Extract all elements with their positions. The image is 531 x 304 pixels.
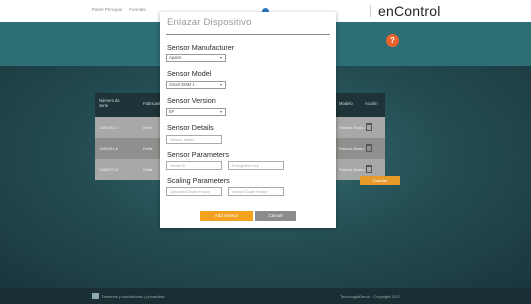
cell-serial: 1580264-6 xyxy=(99,146,119,151)
version-value: EF xyxy=(169,109,175,114)
nav-item-panel[interactable]: Panel Principal xyxy=(92,7,122,12)
help-button[interactable]: ? xyxy=(386,34,399,47)
cell-maker: Delta xyxy=(143,146,153,151)
cell-serial: 1580270-8 xyxy=(99,167,119,172)
model-select[interactable]: Smart EMM 1 ▾ xyxy=(166,81,226,89)
model-value: Smart EMM 1 xyxy=(169,82,195,87)
save-button[interactable]: Guardar xyxy=(360,176,400,185)
model-label: Sensor Model xyxy=(167,69,212,78)
unscaled-factor-input[interactable]: Unscaled Scale Factor xyxy=(166,187,222,196)
link-device-modal: Enlazar Dispositivo Sensor Manufacturer … xyxy=(160,12,336,228)
parameters-label: Sensor Parameters xyxy=(167,150,229,159)
manufacturer-label: Sensor Manufacturer xyxy=(167,43,235,52)
footer-terms-link[interactable]: Términos y condiciones | privacidad xyxy=(101,294,165,299)
add-sensor-button[interactable]: Add Sensor xyxy=(200,211,253,221)
cell-model: Fabrica Bosko xyxy=(339,125,365,130)
modal-title: Enlazar Dispositivo xyxy=(167,17,252,28)
column-header-serial[interactable]: Número de serie xyxy=(99,98,129,108)
footer-copyright: TecnologiaDemo · Copyright 2017 xyxy=(340,294,401,299)
nav-item-formato[interactable]: Formato xyxy=(129,7,146,12)
version-select[interactable]: EF ▾ xyxy=(166,108,226,116)
cell-model: Fabrica Bosko xyxy=(339,146,365,151)
chevron-down-icon: ▾ xyxy=(219,82,222,87)
serial-id-input[interactable]: Serial ID xyxy=(166,161,222,170)
trash-icon[interactable] xyxy=(366,165,372,173)
footer-logo-icon xyxy=(92,293,99,299)
top-nav: Panel Principal Formato xyxy=(92,7,152,12)
cell-maker: Delta xyxy=(143,125,153,130)
details-label: Sensor Details xyxy=(167,123,214,132)
chevron-down-icon: ▾ xyxy=(219,55,222,60)
trash-icon[interactable] xyxy=(366,144,372,152)
manufacturer-value: Apator xyxy=(169,55,182,60)
brand-logo[interactable]: enControl xyxy=(378,3,441,19)
scaling-label: Scaling Parameters xyxy=(167,176,230,185)
column-header-action: Acción xyxy=(365,101,378,106)
instant-factor-input[interactable]: Instant Scale Factor xyxy=(228,187,284,196)
version-label: Sensor Version xyxy=(167,96,216,105)
footer: Términos y condiciones | privacidad Tecn… xyxy=(0,288,531,304)
column-header-model[interactable]: Modelo xyxy=(339,101,353,106)
sensor-name-input[interactable]: Sensor Name xyxy=(166,135,222,144)
encryption-key-input[interactable]: Encryption Key xyxy=(228,161,284,170)
cancel-button[interactable]: Cancel xyxy=(255,211,296,221)
chevron-down-icon: ▾ xyxy=(219,109,222,114)
brand-divider xyxy=(370,5,371,17)
modal-divider xyxy=(166,34,330,35)
trash-icon[interactable] xyxy=(366,123,372,131)
manufacturer-select[interactable]: Apator ▾ xyxy=(166,54,226,62)
cell-maker: Delta xyxy=(143,167,153,172)
cell-model: Fabrica Bosko xyxy=(339,167,365,172)
cell-serial: 1580241-1 xyxy=(99,125,119,130)
